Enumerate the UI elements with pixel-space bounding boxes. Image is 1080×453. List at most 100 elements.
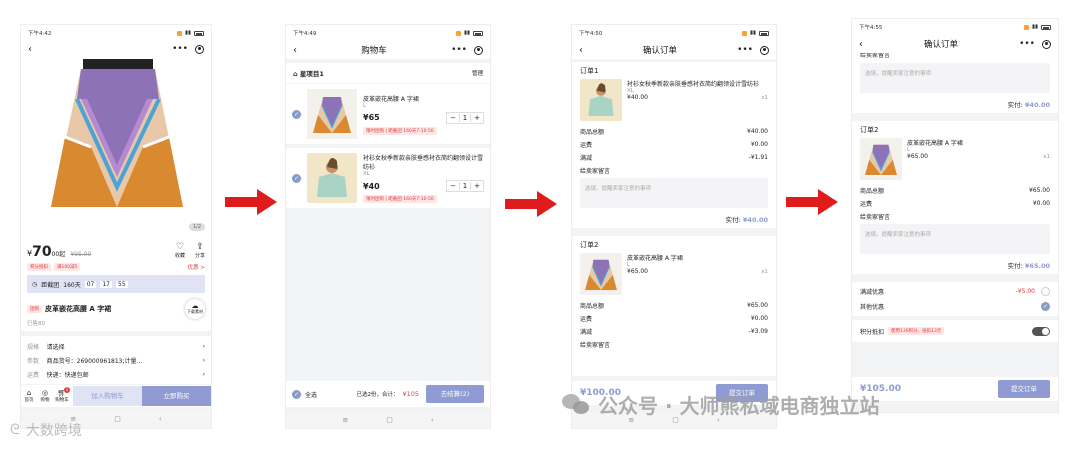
tab-shop[interactable]: ◎ 购物 <box>37 389 53 403</box>
toggle-knob <box>1042 327 1049 335</box>
summary-value: -¥3.09 <box>748 328 768 335</box>
item-thumbnail[interactable] <box>307 89 357 139</box>
fav-button[interactable]: ♡ 收藏 <box>175 242 185 259</box>
sold-count: 已售80 <box>27 321 45 327</box>
checkout-button[interactable]: 去结算(2) <box>426 385 484 403</box>
nav-bar: ‹ ••• <box>21 41 211 57</box>
tab-home[interactable]: ⌂ 首页 <box>21 389 37 403</box>
summary-row: 商品总额 ¥65.00 <box>580 299 768 312</box>
download-button[interactable]: ☁ 下载素材 <box>185 299 205 319</box>
shipping-row[interactable]: 运费 快递：快递包邮 › <box>27 367 205 381</box>
more-icon[interactable]: ••• <box>1019 39 1035 49</box>
cart-badge: 1 <box>64 387 70 393</box>
spec-value: 请选择 <box>46 343 65 351</box>
plus-icon[interactable]: + <box>471 114 483 122</box>
quantity-stepper[interactable]: −1 + <box>446 180 484 192</box>
select-all-checkbox[interactable]: ✓ <box>292 389 301 399</box>
signal-icon: ▮▮ <box>749 30 756 36</box>
minus-icon[interactable]: − <box>447 182 459 190</box>
select-all-label[interactable]: 全选 <box>305 390 317 399</box>
orig-price: ¥95.00 <box>70 251 92 258</box>
seller-note-input[interactable]: 选填，提醒卖家注意的事项 <box>860 63 1050 93</box>
points-toggle[interactable] <box>1032 326 1050 336</box>
tab-cart[interactable]: 🛒︎ 购物车 1 <box>53 387 71 403</box>
submit-order-button[interactable]: 提交订单 <box>998 380 1050 398</box>
other-discount-row[interactable]: 其他优惠 ✓ <box>860 299 1050 314</box>
skirt-thumb-image <box>865 144 897 175</box>
more-icon[interactable]: ••• <box>737 45 753 55</box>
countdown-minutes: 17 <box>100 280 112 288</box>
tab-cart-label: 购物车 <box>55 398 69 403</box>
battery-icon <box>194 30 204 36</box>
add-to-cart-button[interactable]: 加入购物车 <box>73 386 142 406</box>
summary-key: 运费 <box>860 201 873 208</box>
summary-value: ¥0.00 <box>1032 200 1050 207</box>
item-checkbox[interactable]: ✓ <box>292 109 301 119</box>
watermark-right-text: 公众号 · 大师熊私域电商独立站 <box>598 394 880 418</box>
cart-item: ✓ 皮革嵌花高腰 A 字裙 L ¥65 −1 + 限时团购 | 距截团 160天7… <box>286 84 490 144</box>
menu-icon[interactable]: ≡ <box>342 416 348 424</box>
item-thumbnail[interactable] <box>307 153 357 203</box>
spec-row[interactable]: 规格 请选择 › <box>27 339 205 353</box>
status-time: 下午4:42 <box>28 31 52 37</box>
arrow-right-icon <box>786 189 838 215</box>
discount-value: -¥5.00 <box>1015 288 1035 295</box>
share-label: 分享 <box>194 253 205 259</box>
fav-label: 收藏 <box>174 253 185 259</box>
back-triangle-icon[interactable]: ‹ <box>431 416 434 424</box>
minus-icon[interactable]: − <box>447 114 459 122</box>
shipping-key: 运费 <box>27 371 40 379</box>
product-image[interactable]: 1/2 <box>21 57 211 237</box>
capsule-close-icon[interactable] <box>195 44 204 54</box>
summary-value: ¥65.00 <box>747 302 768 309</box>
quantity-value[interactable]: 1 <box>459 113 471 122</box>
back-triangle-icon[interactable]: ‹ <box>159 415 162 423</box>
paid-label: 实付: <box>1007 262 1023 270</box>
more-icon[interactable]: ••• <box>172 44 188 54</box>
chevron-right-icon: › <box>202 370 205 378</box>
home-square-icon[interactable]: ▢ <box>114 415 121 423</box>
quantity-stepper[interactable]: −1 + <box>446 111 484 124</box>
nav-bar: ‹ 确认订单 ••• <box>572 41 776 59</box>
seller-note-input[interactable]: 选填，提醒卖家注意的事项 <box>580 178 768 208</box>
back-icon[interactable]: ‹ <box>28 44 32 55</box>
buy-now-button[interactable]: 立即购买 <box>142 386 211 406</box>
order-item-price: ¥40.00 <box>627 94 648 101</box>
item-spec: XL <box>363 171 370 177</box>
points-label: 积分抵扣 <box>860 328 885 336</box>
capsule-close-icon[interactable] <box>760 45 769 55</box>
screen-cart: 下午4:49 ▮▮ ‹ 购物车 ••• ⌂ 星项目1 管理 ✓ 皮革嵌花高腰 A… <box>285 24 491 429</box>
home-icon: ⌂ <box>26 389 32 397</box>
points-row: 积分抵扣 使用130积分，抵扣13元 <box>852 320 1058 342</box>
home-square-icon[interactable]: ▢ <box>386 416 393 424</box>
param-value: 商品货号：269000961813;计量... <box>46 357 143 365</box>
quantity-value[interactable]: 1 <box>459 182 471 190</box>
manage-link[interactable]: 管理 <box>472 69 483 77</box>
tag-points: 积分抵扣 <box>27 263 51 271</box>
summary-row: 商品总额 ¥65.00 <box>860 184 1050 197</box>
watermark-left-text: 大数跨境 <box>25 423 82 439</box>
spec-key: 规格 <box>27 343 40 351</box>
price-value: 70 <box>32 244 52 260</box>
order-item-thumbnail <box>580 79 622 121</box>
item-checkbox[interactable]: ✓ <box>292 173 301 183</box>
summary-value: ¥0.00 <box>750 141 768 148</box>
order-item-qty: x1 <box>761 94 768 101</box>
param-row[interactable]: 参数 商品货号：269000961813;计量... › <box>27 353 205 367</box>
store-header: ⌂ 星项目1 管理 <box>286 63 490 83</box>
signal-icon: ▮▮ <box>1031 24 1038 30</box>
discount-row[interactable]: 满减优惠 -¥5.00 <box>860 284 1050 299</box>
share-button[interactable]: ⇪ 分享 <box>195 242 205 259</box>
paid-label: 实付: <box>725 216 741 224</box>
order-item-name: 皮革嵌花高腰 A 字裙 <box>627 255 683 262</box>
promo-link[interactable]: 优惠 > <box>188 263 205 271</box>
capsule-close-icon[interactable] <box>474 45 483 55</box>
plus-icon[interactable]: + <box>471 182 483 190</box>
item-price: ¥40 <box>363 181 380 191</box>
other-discount-radio[interactable]: ✓ <box>1041 302 1050 311</box>
capsule-close-icon[interactable] <box>1042 39 1051 49</box>
countdown-days: 160天 <box>63 281 81 289</box>
seller-note-input[interactable]: 选填，提醒卖家注意的事项 <box>860 224 1050 254</box>
discount-radio[interactable] <box>1041 287 1050 296</box>
more-icon[interactable]: ••• <box>451 45 467 55</box>
